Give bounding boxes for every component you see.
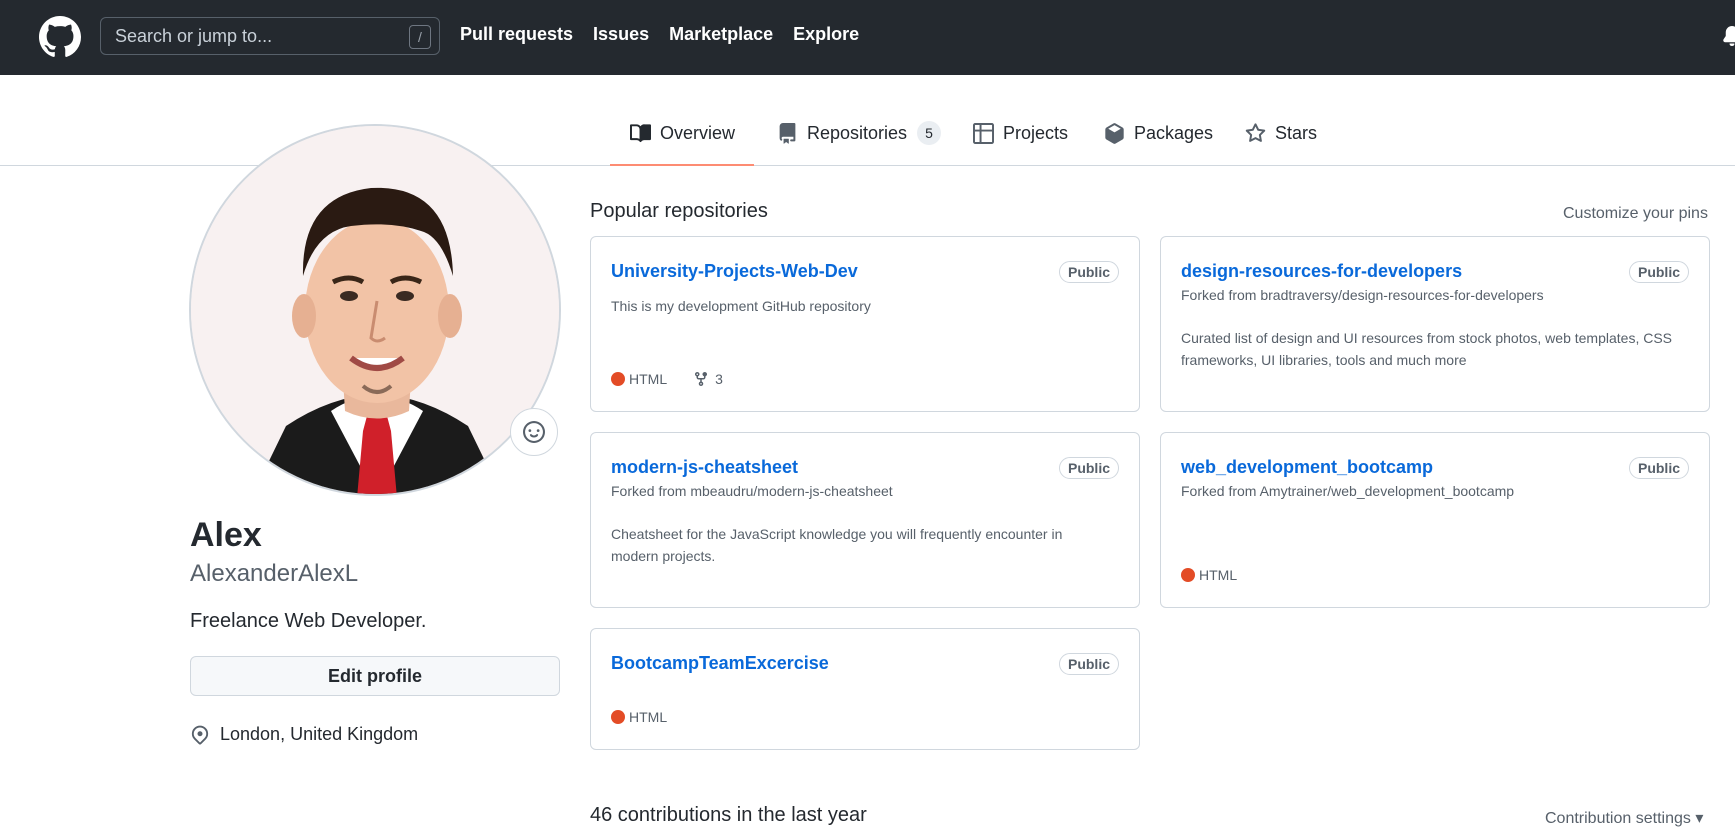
avatar-photo bbox=[191, 126, 559, 494]
language-color-dot bbox=[611, 710, 625, 724]
global-header: / Pull requests Issues Marketplace Explo… bbox=[0, 0, 1735, 75]
pinned-repo-card: University-Projects-Web-Dev Public This … bbox=[590, 236, 1140, 412]
chevron-down-icon: ▾ bbox=[1695, 810, 1704, 827]
pinned-repo-card: design-resources-for-developers Public F… bbox=[1160, 236, 1710, 412]
star-icon bbox=[1245, 123, 1266, 142]
avatar[interactable] bbox=[189, 124, 561, 496]
visibility-badge: Public bbox=[1628, 261, 1689, 283]
visibility-badge: Public bbox=[1058, 457, 1119, 479]
repo-description: Cheatsheet for the JavaScript knowledge … bbox=[611, 526, 1063, 564]
tab-overview[interactable]: Overview bbox=[610, 123, 754, 166]
repo-link[interactable]: web_development_bootcamp bbox=[1181, 457, 1433, 478]
repo-link[interactable]: design-resources-for-developers bbox=[1181, 261, 1462, 282]
contribution-settings-dropdown[interactable]: Contribution settings ▾ bbox=[1545, 808, 1703, 828]
customize-pins-link[interactable]: Customize your pins bbox=[1563, 205, 1708, 223]
pinned-repo-card: BootcampTeamExcercise Public HTML bbox=[590, 628, 1140, 750]
location-icon bbox=[191, 725, 209, 744]
forks-count: 3 bbox=[715, 371, 723, 387]
table-icon bbox=[973, 123, 994, 144]
repo-meta: HTML 3 bbox=[611, 371, 723, 387]
book-icon bbox=[630, 124, 651, 143]
tab-stars[interactable]: Stars bbox=[1245, 123, 1317, 166]
search-input[interactable] bbox=[101, 18, 439, 54]
repo-link[interactable]: modern-js-cheatsheet bbox=[611, 457, 798, 478]
profile-name: Alex bbox=[190, 516, 262, 554]
tab-projects[interactable]: Projects bbox=[973, 123, 1068, 166]
tab-repositories[interactable]: Repositories 5 bbox=[777, 121, 942, 166]
smiley-icon bbox=[523, 421, 545, 443]
repo-description: Curated list of design and UI resources … bbox=[1181, 330, 1673, 368]
repo-language: HTML bbox=[629, 371, 668, 387]
forked-from-text: Forked from Amytrainer/web_development_b… bbox=[1181, 483, 1515, 499]
profile-tabs: Overview Repositories 5 Projects Package… bbox=[0, 75, 1735, 166]
tab-repositories-label: Repositories bbox=[807, 123, 908, 143]
visibility-badge: Public bbox=[1058, 261, 1119, 283]
search-shortcut-key: / bbox=[409, 25, 431, 49]
repo-language: HTML bbox=[1199, 567, 1238, 583]
nav-marketplace[interactable]: Marketplace bbox=[669, 24, 773, 45]
fork-icon bbox=[695, 372, 708, 387]
tab-stars-label: Stars bbox=[1275, 123, 1318, 143]
pinned-repo-card: modern-js-cheatsheet Public Forked from … bbox=[590, 432, 1140, 608]
language-color-dot bbox=[1181, 568, 1195, 582]
contribution-settings-label: Contribution settings bbox=[1545, 810, 1691, 827]
visibility-badge: Public bbox=[1058, 653, 1119, 675]
repo-icon bbox=[779, 123, 796, 144]
repo-language: HTML bbox=[629, 709, 668, 725]
repo-meta: HTML bbox=[611, 709, 667, 725]
nav-explore[interactable]: Explore bbox=[793, 24, 859, 45]
visibility-badge: Public bbox=[1628, 457, 1689, 479]
profile-username: AlexanderAlexL bbox=[190, 560, 359, 587]
popular-repositories-heading: Popular repositories bbox=[590, 200, 768, 222]
language-color-dot bbox=[611, 372, 625, 386]
nav-issues[interactable]: Issues bbox=[593, 24, 649, 45]
profile-location: London, United Kingdom bbox=[190, 724, 418, 745]
tab-packages-label: Packages bbox=[1134, 123, 1214, 143]
set-status-button[interactable] bbox=[510, 408, 558, 456]
location-text: London, United Kingdom bbox=[220, 724, 419, 744]
search-box[interactable]: / bbox=[100, 17, 440, 55]
tab-projects-label: Projects bbox=[1003, 123, 1069, 143]
repo-description: This is my development GitHub repository bbox=[611, 298, 871, 314]
package-icon bbox=[1105, 123, 1124, 144]
global-nav: Pull requests Issues Marketplace Explore bbox=[460, 24, 879, 45]
forked-from-text: Forked from mbeaudru/modern-js-cheatshee… bbox=[611, 483, 893, 499]
repo-meta: HTML bbox=[1181, 567, 1237, 583]
nav-pull-requests[interactable]: Pull requests bbox=[460, 24, 573, 45]
contributions-heading: 46 contributions in the last year bbox=[590, 804, 867, 826]
github-logo-icon[interactable] bbox=[39, 16, 81, 58]
bell-icon[interactable] bbox=[1722, 24, 1735, 48]
tab-packages[interactable]: Packages bbox=[1104, 123, 1213, 166]
repositories-count-badge: 5 bbox=[917, 121, 942, 145]
repo-link[interactable]: University-Projects-Web-Dev bbox=[611, 261, 858, 282]
repo-link[interactable]: BootcampTeamExcercise bbox=[611, 653, 829, 674]
forks-link[interactable]: 3 bbox=[693, 371, 723, 387]
tab-overview-label: Overview bbox=[660, 123, 736, 143]
pinned-repo-card: web_development_bootcamp Public Forked f… bbox=[1160, 432, 1710, 608]
edit-profile-button[interactable]: Edit profile bbox=[190, 656, 560, 696]
profile-bio: Freelance Web Developer. bbox=[190, 610, 427, 632]
forked-from-text: Forked from bradtraversy/design-resource… bbox=[1181, 287, 1544, 303]
